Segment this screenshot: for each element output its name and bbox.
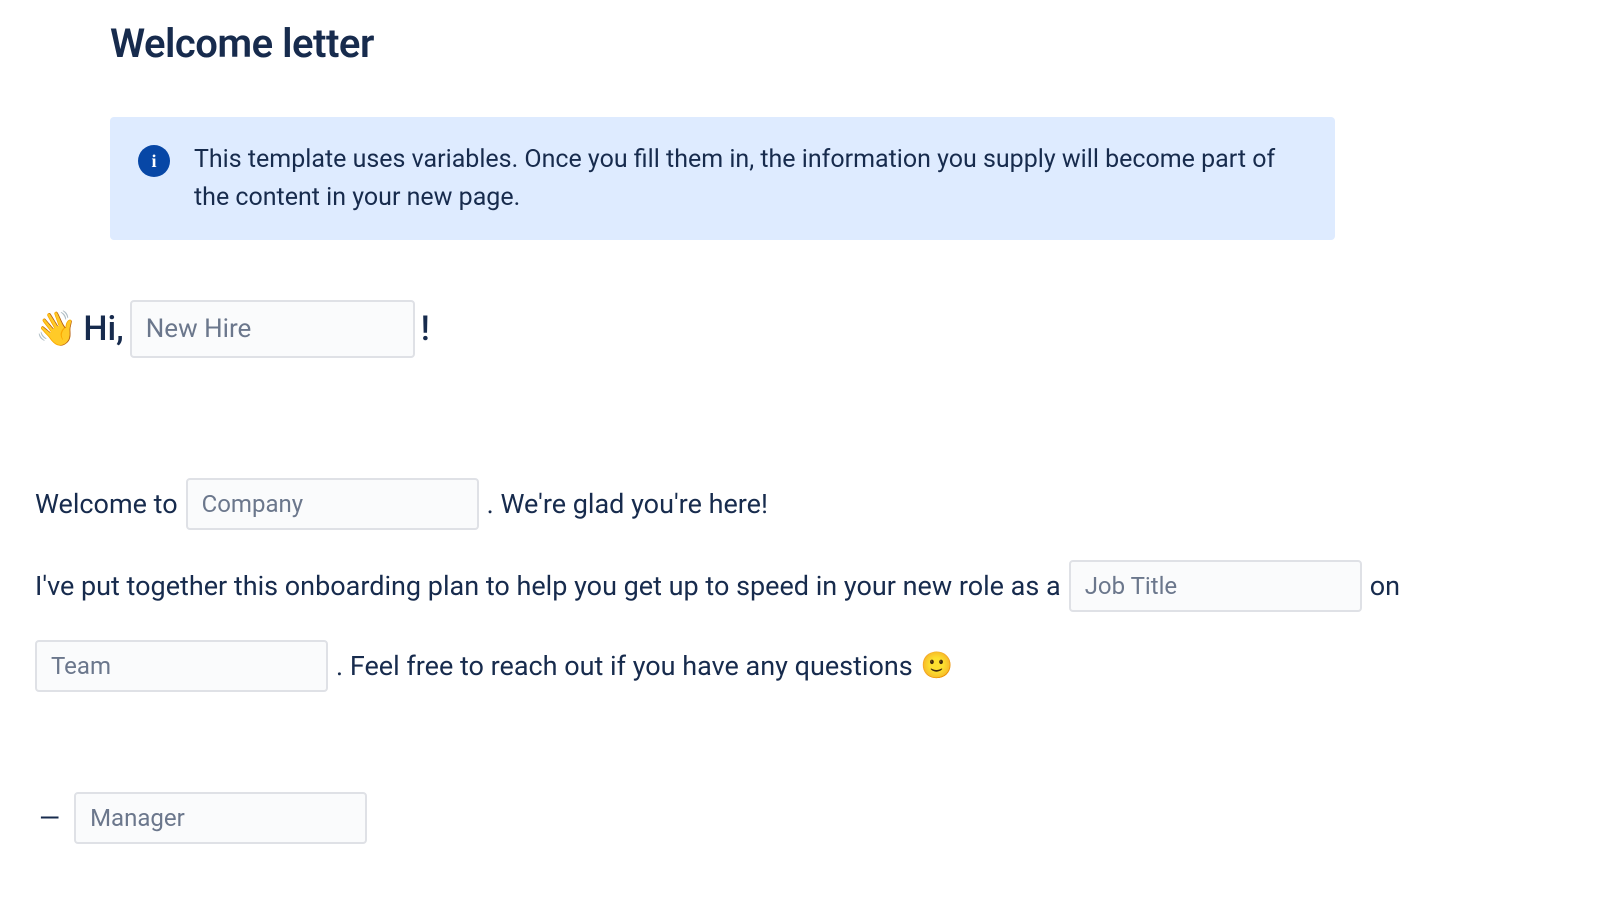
- manager-input[interactable]: [74, 792, 367, 844]
- signature-line: —: [39, 792, 1575, 844]
- job-title-input[interactable]: [1069, 560, 1362, 612]
- info-icon: i: [138, 145, 170, 177]
- reach-out-text: . Feel free to reach out if you have any…: [336, 646, 913, 687]
- greeting-hi-text: Hi,: [83, 309, 123, 349]
- page-title: Welcome letter: [110, 20, 1575, 67]
- info-panel-text: This template uses variables. Once you f…: [194, 141, 1307, 216]
- signature-dash: —: [39, 802, 60, 834]
- on-text: on: [1370, 566, 1400, 607]
- greeting-exclaim: !: [421, 309, 430, 349]
- welcome-paragraph: Welcome to . We're glad you're here!: [35, 478, 1575, 530]
- smile-icon: 🙂: [921, 651, 953, 681]
- new-hire-input[interactable]: [130, 300, 415, 358]
- greeting-line: 👋 Hi, !: [35, 300, 1575, 358]
- plan-intro-text: I've put together this onboarding plan t…: [35, 566, 1061, 607]
- info-panel: i This template uses variables. Once you…: [110, 117, 1335, 240]
- onboarding-paragraph: I've put together this onboarding plan t…: [35, 560, 1575, 692]
- team-input[interactable]: [35, 640, 328, 692]
- wave-icon: 👋: [35, 309, 77, 349]
- company-input[interactable]: [186, 478, 479, 530]
- welcome-to-text: Welcome to: [35, 484, 178, 525]
- glad-here-text: . We're glad you're here!: [487, 484, 768, 525]
